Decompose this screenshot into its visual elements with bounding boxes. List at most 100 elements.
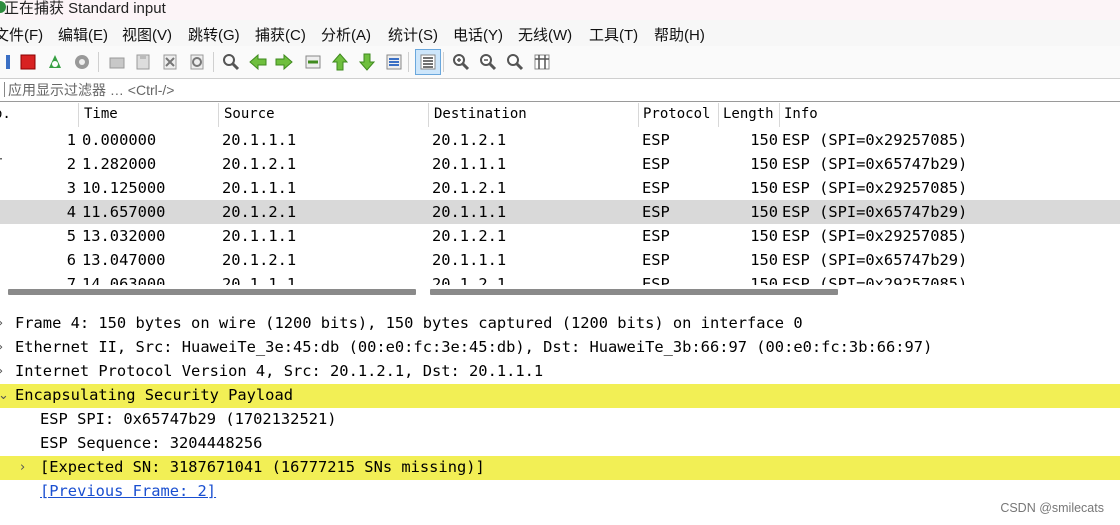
toolbar-separator xyxy=(443,52,444,72)
collapse-arrow-icon[interactable]: ⌄ xyxy=(0,388,9,403)
details-tree-item[interactable]: ESP Sequence: 3204448256 xyxy=(0,432,1120,456)
column-header-time[interactable]: Time xyxy=(84,106,118,122)
auto-scroll-icon[interactable] xyxy=(384,52,404,72)
packet-list-header: o. Time Source Destination Protocol Length Inf… xyxy=(0,103,1120,127)
details-tree-item[interactable]: [Previous Frame: 2] xyxy=(0,480,1120,504)
table-row[interactable]: 7 14.063000 20.1.1.1 20.1.2.1 ESP 150 ESP (SPI… xyxy=(0,272,1120,285)
cell-info: ESP (SPI=0x29257085) xyxy=(782,275,968,285)
table-row[interactable]: 2 1.282000 20.1.2.1 20.1.1.1 ESP 150 ESP (SPI=… xyxy=(0,152,1120,176)
cell-destination: 20.1.1.1 xyxy=(432,251,507,269)
menu-item-10[interactable]: 帮助(H) xyxy=(654,24,705,45)
menu-item-1[interactable]: 编辑(E) xyxy=(58,24,108,45)
main-toolbar xyxy=(0,46,1120,79)
column-header-protocol[interactable]: Protocol xyxy=(643,106,710,122)
cell-source: 20.1.2.1 xyxy=(222,155,297,173)
menu-item-0[interactable]: 文件(F) xyxy=(0,24,43,45)
column-header-source[interactable]: Source xyxy=(224,106,275,122)
zoom-out-icon[interactable] xyxy=(478,52,498,72)
column-divider[interactable] xyxy=(718,103,719,127)
go-back-icon[interactable] xyxy=(248,52,268,72)
table-row[interactable]: 1 0.000000 20.1.1.1 20.1.2.1 ESP 150 ESP (SPI=… xyxy=(0,128,1120,152)
expand-arrow-icon[interactable]: › xyxy=(0,316,3,331)
details-tree-item[interactable]: › Frame 4: 150 bytes on wire (1200 bits),… xyxy=(0,312,1120,336)
cell-destination: 20.1.2.1 xyxy=(432,227,507,245)
go-to-packet-icon[interactable] xyxy=(303,52,323,72)
shark-fin-icon[interactable] xyxy=(0,52,18,72)
cell-info: ESP (SPI=0x65747b29) xyxy=(782,203,968,221)
column-divider[interactable] xyxy=(428,103,429,127)
cell-length: 150 xyxy=(750,275,778,285)
display-filter-bar xyxy=(0,78,1120,102)
menu-item-2[interactable]: 视图(V) xyxy=(122,24,172,45)
cell-source: 20.1.2.1 xyxy=(222,203,297,221)
cell-time: 1.282000 xyxy=(82,155,157,173)
close-file-icon[interactable] xyxy=(160,52,180,72)
resize-columns-icon[interactable] xyxy=(532,52,552,72)
column-header-no[interactable]: o. xyxy=(0,106,11,122)
horizontal-scrollbar-thumb-right[interactable] xyxy=(430,289,838,295)
details-tree-item[interactable]: › Ethernet II, Src: HuaweiTe_3e:45:db (00… xyxy=(0,336,1120,360)
details-item-text: [Expected SN: 3187671041 (16777215 SNs m… xyxy=(40,458,485,476)
column-divider[interactable] xyxy=(779,103,780,127)
details-item-text: ESP SPI: 0x65747b29 (1702132521) xyxy=(40,410,337,428)
go-first-icon[interactable] xyxy=(330,52,350,72)
cell-time: 14.063000 xyxy=(82,275,166,285)
column-divider[interactable] xyxy=(218,103,219,127)
previous-frame-link[interactable]: [Previous Frame: 2] xyxy=(40,482,216,500)
cell-destination: 20.1.2.1 xyxy=(432,275,507,285)
details-tree-item[interactable]: › [Expected SN: 3187671041 (16777215 SNs … xyxy=(0,456,1120,480)
cell-time: 11.657000 xyxy=(82,203,166,221)
cell-time: 13.032000 xyxy=(82,227,166,245)
expand-arrow-icon[interactable]: › xyxy=(0,340,3,355)
save-file-icon[interactable] xyxy=(133,52,153,72)
details-tree-item[interactable]: ⌄ Encapsulating Security Payload xyxy=(0,384,1120,408)
display-filter-input[interactable] xyxy=(8,80,1108,100)
table-row[interactable]: 6 13.047000 20.1.2.1 20.1.1.1 ESP 150 ESP (SPI… xyxy=(0,248,1120,272)
menu-item-9[interactable]: 工具(T) xyxy=(589,24,638,45)
go-forward-icon[interactable] xyxy=(274,52,294,72)
cell-source: 20.1.1.1 xyxy=(222,227,297,245)
table-row[interactable]: 4 11.657000 20.1.2.1 20.1.1.1 ESP 150 ESP (SPI… xyxy=(0,200,1120,224)
cell-info: ESP (SPI=0x65747b29) xyxy=(782,251,968,269)
menu-item-5[interactable]: 分析(A) xyxy=(321,24,371,45)
cell-protocol: ESP xyxy=(642,155,670,173)
cell-no: 6 xyxy=(66,251,76,269)
column-header-length[interactable]: Length xyxy=(723,106,774,122)
reload-icon[interactable] xyxy=(187,52,207,72)
packet-list: o. Time Source Destination Protocol Length Inf… xyxy=(0,103,1120,285)
expand-arrow-icon[interactable]: › xyxy=(0,364,3,379)
filter-bookmark-icon[interactable] xyxy=(0,82,5,97)
cell-info: ESP (SPI=0x65747b29) xyxy=(782,155,968,173)
capture-options-icon[interactable] xyxy=(72,52,92,72)
cell-destination: 20.1.1.1 xyxy=(432,203,507,221)
column-header-info[interactable]: Info xyxy=(784,106,818,122)
open-file-icon[interactable] xyxy=(107,52,127,72)
restart-capture-icon[interactable] xyxy=(45,52,65,72)
cell-length: 150 xyxy=(750,179,778,197)
stop-capture-icon[interactable] xyxy=(18,52,38,72)
title-bar: 正在捕获 Standard input xyxy=(0,0,1120,20)
table-row[interactable]: 3 10.125000 20.1.1.1 20.1.2.1 ESP 150 ESP (SPI… xyxy=(0,176,1120,200)
cell-length: 150 xyxy=(750,131,778,149)
go-last-icon[interactable] xyxy=(357,52,377,72)
column-divider[interactable] xyxy=(78,103,79,127)
menu-item-7[interactable]: 电话(Y) xyxy=(453,24,503,45)
column-divider[interactable] xyxy=(638,103,639,127)
cell-length: 150 xyxy=(750,155,778,173)
colorize-icon[interactable] xyxy=(415,49,441,75)
zoom-normal-icon[interactable] xyxy=(505,52,525,72)
find-packet-icon[interactable] xyxy=(221,52,241,72)
menu-item-8[interactable]: 无线(W) xyxy=(518,24,572,45)
menu-item-4[interactable]: 捕获(C) xyxy=(255,24,306,45)
zoom-in-icon[interactable] xyxy=(451,52,471,72)
cell-protocol: ESP xyxy=(642,203,670,221)
menu-bar: 文件(F) 编辑(E) 视图(V) 跳转(G) 捕获(C) 分析(A) 统计(S) 电话(Y)… xyxy=(0,20,1120,46)
expand-arrow-icon[interactable]: › xyxy=(20,460,25,475)
column-header-destination[interactable]: Destination xyxy=(434,106,527,122)
horizontal-scrollbar-thumb-left[interactable] xyxy=(8,289,416,295)
table-row[interactable]: 5 13.032000 20.1.1.1 20.1.2.1 ESP 150 ESP (SPI… xyxy=(0,224,1120,248)
details-tree-item[interactable]: › Internet Protocol Version 4, Src: 20.1.… xyxy=(0,360,1120,384)
menu-item-3[interactable]: 跳转(G) xyxy=(188,24,240,45)
details-tree-item[interactable]: ESP SPI: 0x65747b29 (1702132521) xyxy=(0,408,1120,432)
menu-item-6[interactable]: 统计(S) xyxy=(388,24,438,45)
